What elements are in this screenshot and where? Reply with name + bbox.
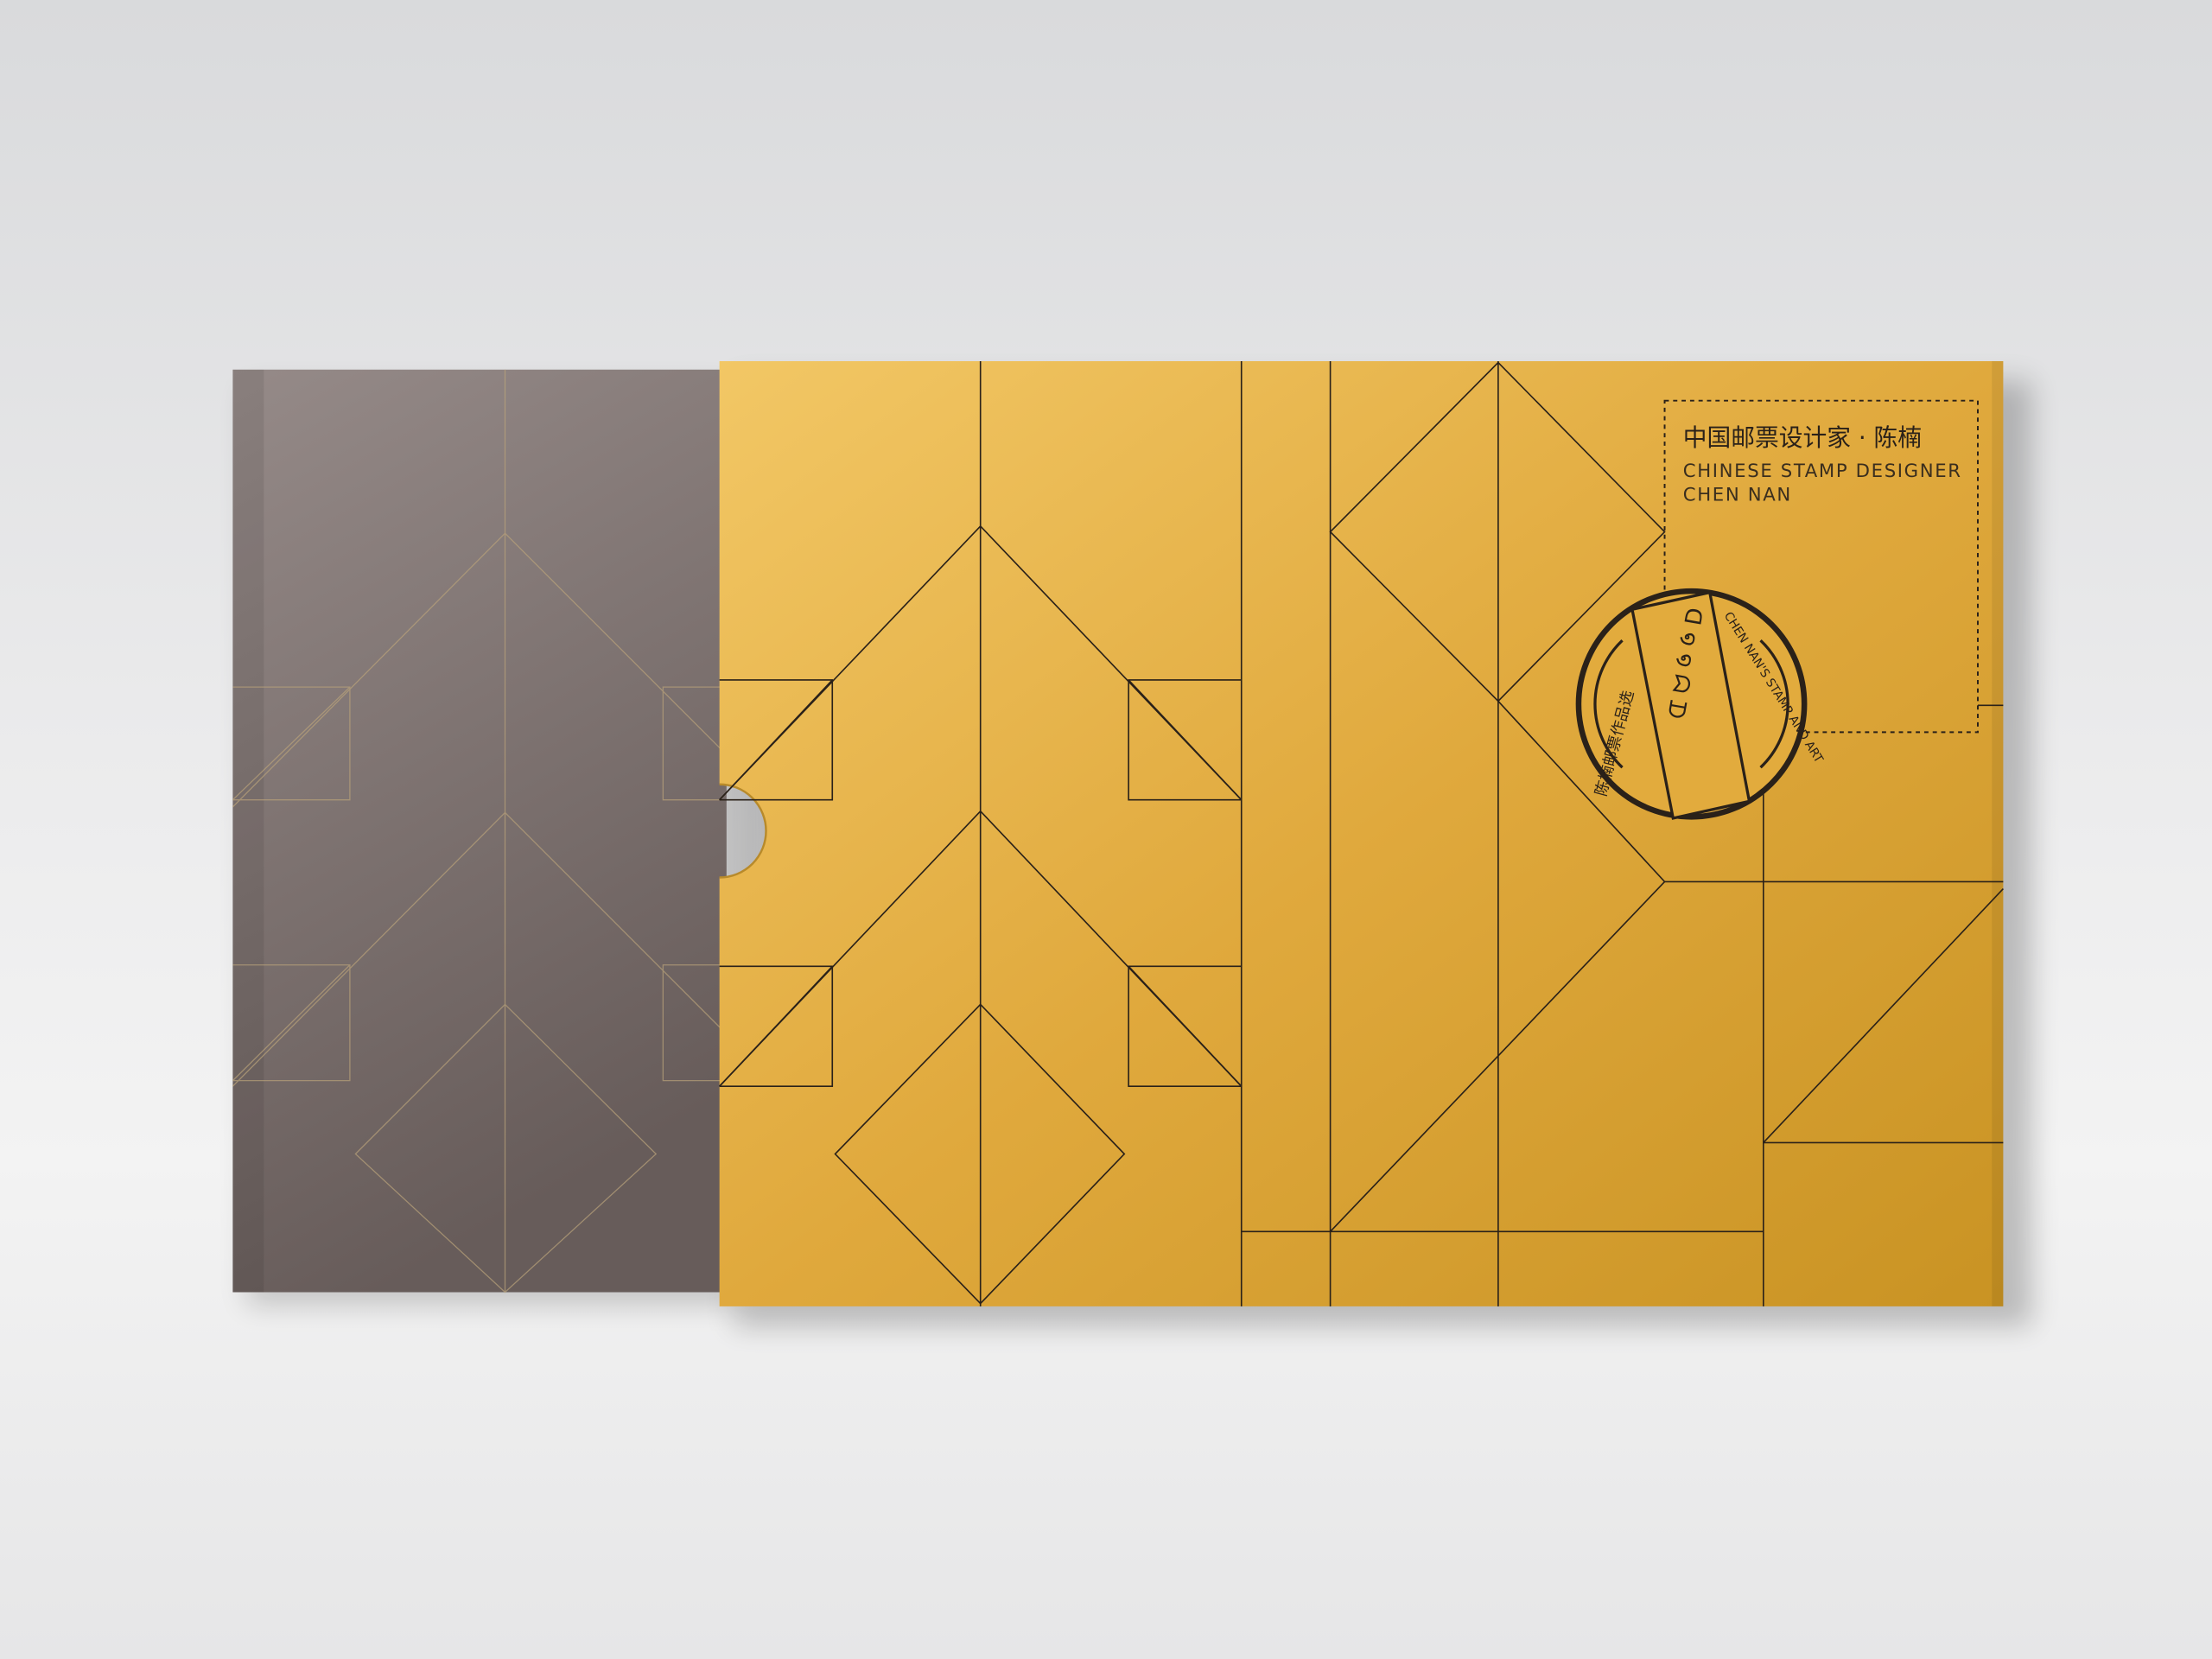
designer-title-en: CHINESE STAMP DESIGNER: [1683, 461, 1962, 482]
designer-title-cn: 中国邮票设计家 · 陈楠: [1683, 423, 1922, 452]
slipcase: 中国邮票设计家 · 陈楠 CHINESE STAMP DESIGNER CHEN…: [719, 360, 2004, 1306]
designer-name-en: CHEN NAN: [1683, 485, 1792, 506]
hardcover-book: [232, 369, 728, 1294]
book-mockup: 中国邮票设计家 · 陈楠 CHINESE STAMP DESIGNER CHEN…: [232, 360, 2032, 1326]
